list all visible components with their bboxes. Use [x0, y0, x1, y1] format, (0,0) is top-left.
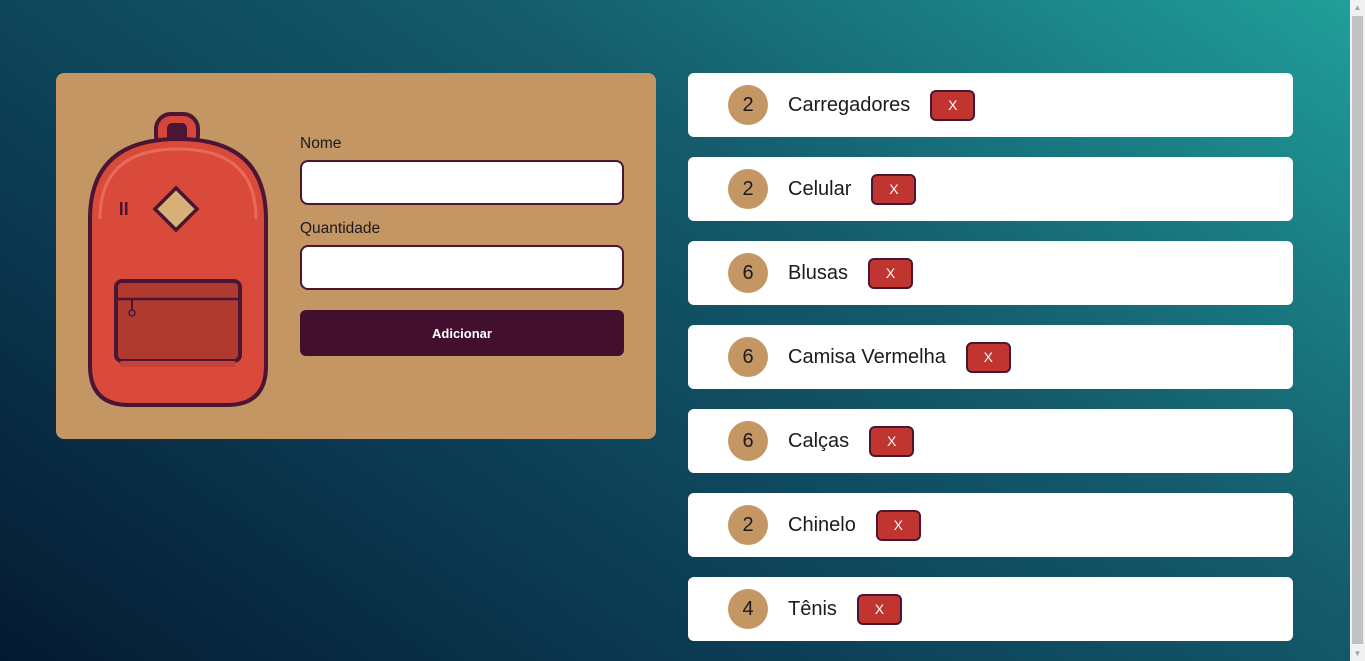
backpack-icon [88, 112, 268, 407]
quantity-input[interactable] [300, 245, 624, 290]
list-item: 2 Chinelo X [688, 493, 1293, 557]
delete-button[interactable]: X [871, 173, 917, 205]
item-name: Tênis [788, 597, 837, 620]
item-name: Celular [788, 177, 852, 200]
quantity-badge: 6 [728, 253, 768, 293]
quantity-label: Quantidade [300, 220, 381, 237]
quantity-badge: 6 [728, 337, 768, 377]
quantity-badge: 2 [728, 505, 768, 545]
delete-button[interactable]: X [930, 89, 976, 121]
delete-button[interactable]: X [965, 341, 1011, 373]
scroll-down-arrow-icon[interactable]: ▼ [1350, 646, 1365, 661]
list-item: 2 Carregadores X [688, 73, 1293, 137]
quantity-badge: 2 [728, 169, 768, 209]
quantity-badge: 4 [728, 589, 768, 629]
list-item: 6 Camisa Vermelha X [688, 325, 1293, 389]
quantity-badge: 6 [728, 421, 768, 461]
item-name: Carregadores [788, 93, 911, 116]
scrollbar-thumb[interactable] [1352, 16, 1363, 644]
item-name: Calças [788, 429, 850, 452]
vertical-scrollbar[interactable]: ▲ ▼ [1350, 0, 1365, 661]
delete-button[interactable]: X [868, 257, 914, 289]
name-input[interactable] [300, 160, 624, 205]
add-item-form: Nome Quantidade Adicionar [300, 135, 624, 356]
delete-button[interactable]: X [875, 509, 921, 541]
add-button[interactable]: Adicionar [300, 310, 624, 356]
name-label: Nome [300, 135, 342, 152]
add-item-card: Nome Quantidade Adicionar [56, 73, 656, 439]
list-item: 6 Blusas X [688, 241, 1293, 305]
list-item: 4 Tênis X [688, 577, 1293, 641]
item-name: Blusas [788, 261, 849, 284]
scroll-up-arrow-icon[interactable]: ▲ [1350, 0, 1365, 15]
quantity-badge: 2 [728, 85, 768, 125]
item-name: Camisa Vermelha [788, 345, 946, 368]
delete-button[interactable]: X [856, 593, 902, 625]
item-name: Chinelo [788, 513, 856, 536]
delete-button[interactable]: X [869, 425, 915, 457]
list-item: 2 Celular X [688, 157, 1293, 221]
items-list: 2 Carregadores X 2 Celular X 6 Blusas X … [688, 73, 1293, 661]
list-item: 6 Calças X [688, 409, 1293, 473]
